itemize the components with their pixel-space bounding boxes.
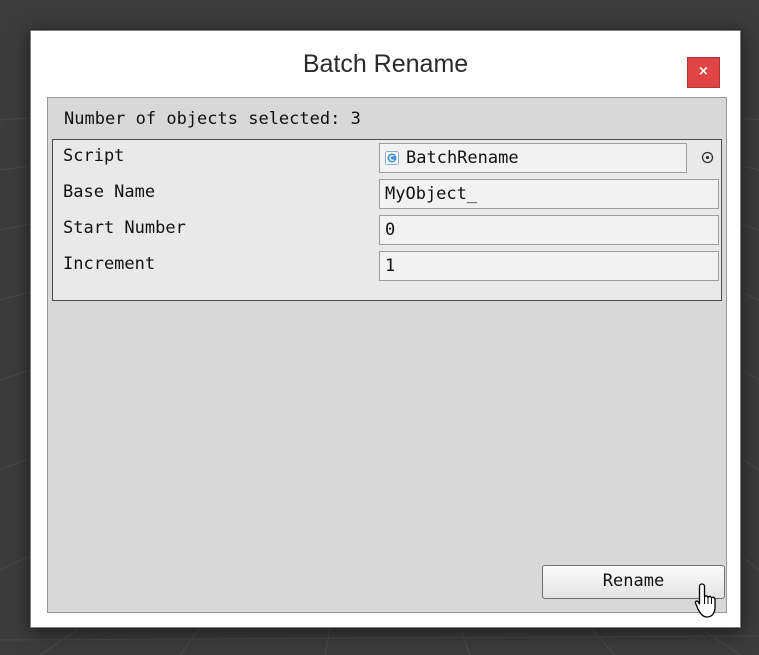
close-icon: × (698, 64, 709, 79)
start-number-row: Start Number 0 (53, 212, 721, 248)
script-row: Script BatchRename (53, 140, 721, 176)
editor-panel: Number of objects selected: 3 Script Bat… (47, 97, 727, 613)
object-picker-icon[interactable] (701, 151, 714, 164)
base-name-label: Base Name (63, 182, 156, 202)
base-name-row: Base Name MyObject_ (53, 176, 721, 212)
csharp-script-icon (385, 151, 399, 165)
script-label: Script (63, 146, 125, 166)
selected-objects-count: Number of objects selected: 3 (64, 109, 361, 129)
increment-input[interactable]: 1 (379, 251, 719, 281)
base-name-input[interactable]: MyObject_ (379, 179, 719, 209)
start-number-input[interactable]: 0 (379, 215, 719, 245)
script-object-field[interactable]: BatchRename (379, 143, 687, 173)
script-value: BatchRename (406, 148, 519, 168)
increment-row: Increment 1 (53, 248, 721, 284)
increment-label: Increment (63, 254, 156, 274)
title-bar[interactable]: Batch Rename × (31, 31, 740, 99)
close-button[interactable]: × (687, 57, 720, 88)
script-inspector: Script BatchRename Base Name MyObject_ S… (52, 139, 722, 301)
start-number-label: Start Number (63, 218, 186, 238)
batch-rename-window: Batch Rename × Number of objects selecte… (30, 30, 741, 628)
window-title: Batch Rename (302, 50, 469, 78)
mouse-cursor-icon (694, 583, 716, 618)
